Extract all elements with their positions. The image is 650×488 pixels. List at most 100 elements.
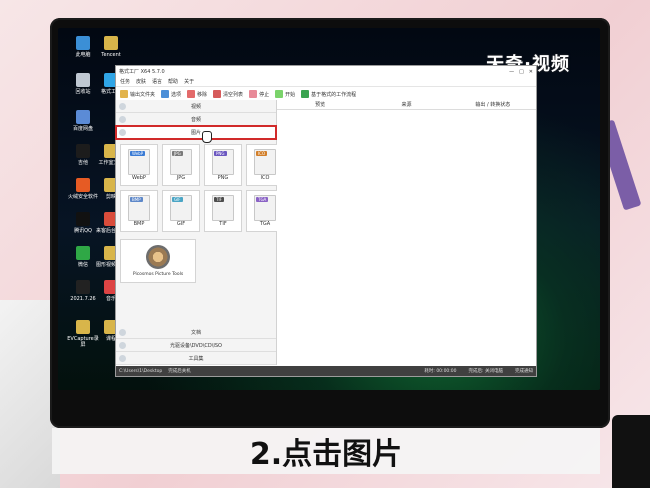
desktop-icon-image [76,178,90,192]
minimize-icon[interactable]: — [509,69,514,75]
desktop-icon-image [76,320,90,334]
workflow-label: 基于格式的工作流程 [311,91,357,98]
desktop-icon[interactable]: 百度网盘 [66,110,100,132]
document-icon [119,328,126,336]
start-button[interactable]: 开始 [275,90,295,98]
format-bmp-button[interactable]: BMP BMP [120,190,158,232]
stop-icon [249,90,258,98]
output-folder-label: 输出文件夹 [130,91,156,98]
shutdown-checkbox[interactable]: 完成后关机 [168,368,191,374]
format-label: PNG [217,175,229,181]
bottom-categories: 文档 光驱设备\DVD\CD\ISO 工具集 [116,326,276,365]
stop-label: 停止 [259,91,270,98]
status-bar: C:\Users\1\Desktop 完成后关机 耗时: 00:00:00 完成… [116,366,536,376]
desktop-icon-image [76,246,90,260]
menubar: 任务 皮肤 语言 帮助 关于 [116,77,536,87]
caption-text: 2.点击图片 [249,437,403,472]
phone [612,415,650,488]
close-icon[interactable]: ✕ [529,69,533,75]
category-image[interactable]: 图片 [115,125,277,140]
desktop-icon-image [76,144,90,158]
tools-icon [119,354,126,362]
task-list-header: 预览 来源 输出 / 转换状态 [277,100,536,110]
task-list: 预览 来源 输出 / 转换状态 [277,100,536,365]
remove-icon [187,90,196,98]
desktop-icon-image [76,36,90,50]
column-preview[interactable]: 预览 [277,101,363,108]
disc-icon [119,341,126,349]
category-video[interactable]: 视频 [116,100,276,113]
menu-item[interactable]: 皮肤 [136,78,146,85]
category-image-label: 图片 [190,129,201,136]
stop-button[interactable]: 停止 [249,90,269,98]
maximize-icon[interactable]: □ [519,69,524,75]
desktop-icon-label: 吉他 [77,160,88,166]
category-document-label: 文档 [190,329,201,336]
file-webp-icon: WebP [128,149,150,175]
desktop-icon-label: 百度网盘 [72,126,93,132]
notify-option[interactable]: 完成通知 [515,368,533,374]
options-button[interactable]: 选项 [161,90,181,98]
format-label: JPG [176,175,186,181]
category-tools[interactable]: 工具集 [116,352,276,365]
output-folder-button[interactable]: 输出文件夹 [120,90,155,98]
image-format-grid: WebP WebP JPG JPG PNG PNG ICO ICO BMP BMP GIF GIF TI… [116,139,284,237]
desktop-icon-image [76,280,90,294]
format-gif-button[interactable]: GIF GIF [162,190,200,232]
menu-item[interactable]: 帮助 [168,78,178,85]
desktop-icon[interactable]: Tencent [94,36,128,58]
format-label: TIF [219,221,227,227]
column-output[interactable]: 输出 / 转换状态 [450,101,536,108]
app-title: 格式工厂 X64 5.7.0 [119,69,165,75]
titlebar: 格式工厂 X64 5.7.0 — □ ✕ [116,66,536,77]
workflow-button[interactable]: 基于格式的工作流程 [301,90,356,98]
menu-item[interactable]: 语言 [152,78,162,85]
picture-tools-icon [146,245,170,269]
file-ico-icon: ICO [254,149,276,175]
file-jpg-icon: JPG [170,149,192,175]
menu-item[interactable]: 关于 [184,78,194,85]
format-tag: WebP [130,151,146,156]
clear-list-label: 清空列表 [223,91,244,98]
after-complete[interactable]: 完成后: 关闭电脑 [469,368,503,374]
format-jpg-button[interactable]: JPG JPG [162,144,200,186]
format-tag: GIF [172,197,183,202]
file-bmp-icon: BMP [128,195,150,221]
desktop-icon-label: Tencent [101,52,121,58]
column-source[interactable]: 来源 [363,101,449,108]
format-label: ICO [260,175,270,181]
start-icon [275,90,284,98]
menu-item[interactable]: 任务 [120,78,130,85]
clear-list-button[interactable]: 清空列表 [213,90,243,98]
desktop-icon-label: 此电脑 [75,52,91,58]
format-label: BMP [133,221,145,227]
category-audio[interactable]: 音频 [116,113,276,126]
desktop-icon-image [76,212,90,226]
category-rom[interactable]: 光驱设备\DVD\CD\ISO [116,339,276,352]
picture-tools-button[interactable]: Picosmos Picture Tools [120,239,196,283]
format-factory-window: 格式工厂 X64 5.7.0 — □ ✕ 任务 皮肤 语言 帮助 关于 输出文件… [115,65,537,377]
category-tools-label: 工具集 [188,355,204,362]
remove-button[interactable]: 移除 [187,90,207,98]
output-path: C:\Users\1\Desktop [119,368,163,374]
file-tif-icon: TIF [212,195,234,221]
file-tga-icon: TGA [254,195,276,221]
file-png-icon: PNG [212,149,234,175]
workflow-icon [301,90,310,98]
clear-icon [213,90,222,98]
format-tag: BMP [130,197,143,202]
format-webp-button[interactable]: WebP WebP [120,144,158,186]
caption-bar: 2.点击图片 [52,428,600,474]
format-tag: TGA [256,197,269,202]
desktop-icon-label: 回收站 [75,89,91,95]
mouse-cursor-icon [202,131,212,143]
category-rom-label: 光驱设备\DVD\CD\ISO [169,342,222,349]
category-document[interactable]: 文档 [116,326,276,339]
folder-icon [120,90,128,98]
format-tif-button[interactable]: TIF TIF [204,190,242,232]
desktop-icon-image [76,110,90,124]
format-tag: PNG [214,151,227,156]
start-label: 开始 [285,91,296,98]
format-png-button[interactable]: PNG PNG [204,144,242,186]
category-audio-label: 音频 [190,116,201,123]
